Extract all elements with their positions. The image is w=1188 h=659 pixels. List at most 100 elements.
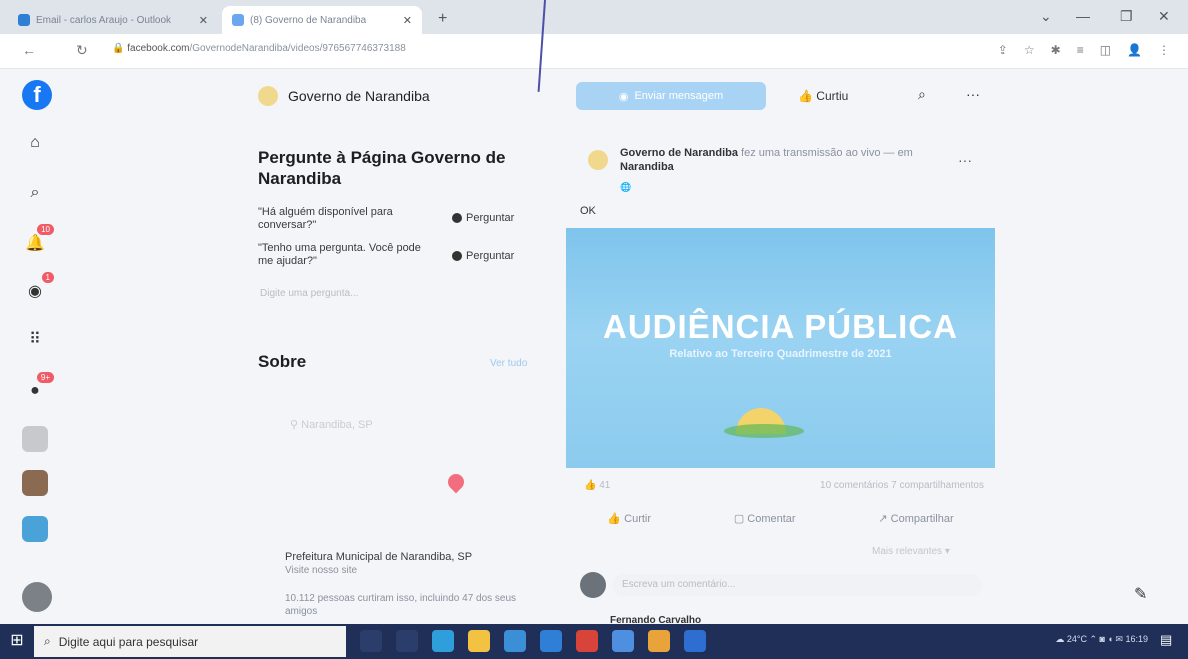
thumbs-up-icon: 👍	[607, 513, 625, 525]
liked-button[interactable]: 👍 Curtiu	[798, 89, 848, 103]
clock[interactable]: 16:19	[1125, 634, 1148, 644]
map-pin-icon	[444, 470, 468, 494]
notification-badge: 10	[37, 224, 54, 235]
reload-icon[interactable]: ↻	[76, 42, 88, 59]
see-all-link[interactable]: Ver tudo	[490, 358, 527, 369]
address-bar: ← ↻ 🔒 facebook.com/GovernodeNarandiba/vi…	[0, 34, 1188, 69]
comment-button[interactable]: ▢ Comentar	[734, 512, 796, 525]
back-icon[interactable]: ←	[22, 42, 36, 58]
facebook-logo[interactable]: f	[22, 80, 52, 110]
task-view-icon[interactable]	[396, 630, 418, 652]
comment-label: Comentar	[747, 513, 796, 525]
tray-icons[interactable]: ⌃ ◙ ◖ ✉	[1090, 634, 1126, 644]
tab-label: (8) Governo de Narandiba	[250, 14, 367, 26]
url-field[interactable]: 🔒 facebook.com/GovernodeNarandiba/videos…	[112, 43, 406, 54]
temperature[interactable]: 24°C	[1067, 634, 1087, 644]
location-label: Narandiba, SP	[301, 419, 373, 431]
ask-button[interactable]: Perguntar	[452, 250, 514, 262]
ask-button[interactable]: Perguntar	[452, 212, 514, 224]
page-search-icon[interactable]: ⌕	[918, 86, 926, 103]
post-author-avatar[interactable]	[588, 150, 608, 170]
post-options-icon[interactable]: ···	[958, 152, 972, 168]
more-options-icon[interactable]: ···	[966, 86, 980, 102]
post-video[interactable]: AUDIÊNCIA PÚBLICA Relativo ao Terceiro Q…	[566, 228, 995, 468]
chrome-icon[interactable]	[648, 630, 670, 652]
system-tray: ☁ 24°C ⌃ ◙ ◖ ✉ 16:19	[1055, 634, 1148, 645]
messenger-badge: 1	[41, 272, 54, 283]
new-tab-button[interactable]: +	[438, 10, 447, 28]
shortcut-thumbnail[interactable]	[22, 426, 48, 452]
messenger-icon[interactable]: ◉ 1	[22, 272, 54, 304]
sort-comments-dropdown[interactable]: Mais relevantes ▾	[872, 546, 950, 557]
maximize-icon[interactable]: ❐	[1120, 8, 1133, 25]
favorites-icon[interactable]: ≡	[1077, 43, 1084, 57]
like-label: Curtir	[624, 513, 652, 525]
groups-badge: 9+	[36, 372, 54, 383]
share-label: Compartilhar	[890, 513, 954, 525]
share-button[interactable]: ↗ Compartilhar	[878, 512, 953, 525]
star-icon[interactable]: ☆	[1024, 43, 1035, 57]
close-icon[interactable]: ✕	[403, 14, 412, 27]
shortcut-thumbnail[interactable]	[22, 516, 48, 542]
home-icon[interactable]: ⌂	[22, 130, 48, 156]
messenger-icon: ◉	[618, 90, 629, 103]
menu-grid-icon[interactable]: ⠿	[22, 326, 48, 352]
office-icon[interactable]	[576, 630, 598, 652]
ask-button-label: Perguntar	[466, 250, 515, 262]
cortana-icon[interactable]	[360, 630, 382, 652]
url-host: facebook.com	[127, 43, 190, 54]
comment-share-count[interactable]: 10 comentários 7 compartilhamentos	[820, 480, 984, 491]
banner-title: AUDIÊNCIA PÚBLICA	[603, 308, 958, 345]
word-icon[interactable]	[684, 630, 706, 652]
minimize-icon[interactable]: —	[1076, 8, 1090, 24]
taskbar-apps	[360, 630, 706, 652]
skype-icon[interactable]	[612, 630, 634, 652]
send-message-button[interactable]: ◉ Enviar mensagem	[576, 82, 766, 110]
sidebar-icon[interactable]: ◫	[1100, 43, 1111, 57]
post-action: fez uma transmissão ao vivo —	[741, 147, 895, 159]
post-author[interactable]: Governo de Narandiba	[620, 147, 738, 159]
shortcut-thumbnail[interactable]	[22, 470, 48, 496]
avatar[interactable]	[22, 582, 52, 612]
comment-input[interactable]: Escreva um comentário...	[612, 574, 982, 596]
post-place[interactable]: Narandiba	[620, 161, 674, 173]
file-explorer-icon[interactable]	[468, 630, 490, 652]
search-icon[interactable]: ⌕	[22, 180, 48, 206]
share-icon: ↗	[878, 513, 891, 525]
reaction-icon: 👍	[584, 480, 600, 491]
tab-list-icon[interactable]: ⌄	[1040, 8, 1052, 25]
notification-center-icon[interactable]: ▤	[1160, 632, 1178, 650]
visit-site-text[interactable]: Visite nosso site	[285, 564, 565, 578]
location-text: ⚲ Narandiba, SP	[290, 418, 373, 431]
close-window-icon[interactable]: ✕	[1158, 8, 1170, 25]
about-title: Sobre	[258, 352, 307, 371]
thumbs-up-icon: 👍	[798, 89, 813, 103]
send-message-label: Enviar mensagem	[634, 90, 724, 102]
page-avatar	[258, 86, 278, 106]
search-icon: ⌕	[44, 634, 51, 648]
page-title[interactable]: Governo de Narandiba	[288, 88, 430, 104]
avatar	[580, 572, 606, 598]
new-message-icon[interactable]: ✎	[1134, 584, 1147, 604]
windows-start-icon[interactable]: ⊞	[8, 632, 26, 650]
menu-icon[interactable]: ⋮	[1158, 43, 1170, 57]
share-icon[interactable]: ⇪	[998, 43, 1008, 57]
suggestion-text: "Há alguém disponível para conversar?"	[258, 206, 393, 231]
tab-outlook[interactable]: Email - carlos Araujo - Outlook ✕	[8, 6, 218, 34]
profile-icon[interactable]: 👤	[1127, 43, 1142, 57]
groups-icon[interactable]: ● 9+	[22, 372, 54, 404]
ask-input[interactable]: Digite uma pergunta...	[260, 288, 520, 299]
page-likes-text: 10.112 pessoas curtiram isso, incluindo …	[285, 593, 517, 617]
extensions-icon[interactable]: ✱	[1051, 43, 1061, 57]
post-at: em	[897, 147, 913, 159]
edge-icon[interactable]	[432, 630, 454, 652]
like-button[interactable]: 👍 Curtir	[607, 512, 651, 525]
notifications-icon[interactable]: 🔔 10	[22, 224, 54, 256]
tab-facebook[interactable]: (8) Governo de Narandiba ✕	[222, 6, 422, 34]
taskbar-search[interactable]: ⌕ Digite aqui para pesquisar	[34, 626, 346, 657]
store-icon[interactable]	[504, 630, 526, 652]
messenger-icon	[452, 251, 462, 261]
mail-icon[interactable]	[540, 630, 562, 652]
reaction-count[interactable]: 41	[599, 480, 610, 491]
close-icon[interactable]: ✕	[199, 14, 208, 27]
